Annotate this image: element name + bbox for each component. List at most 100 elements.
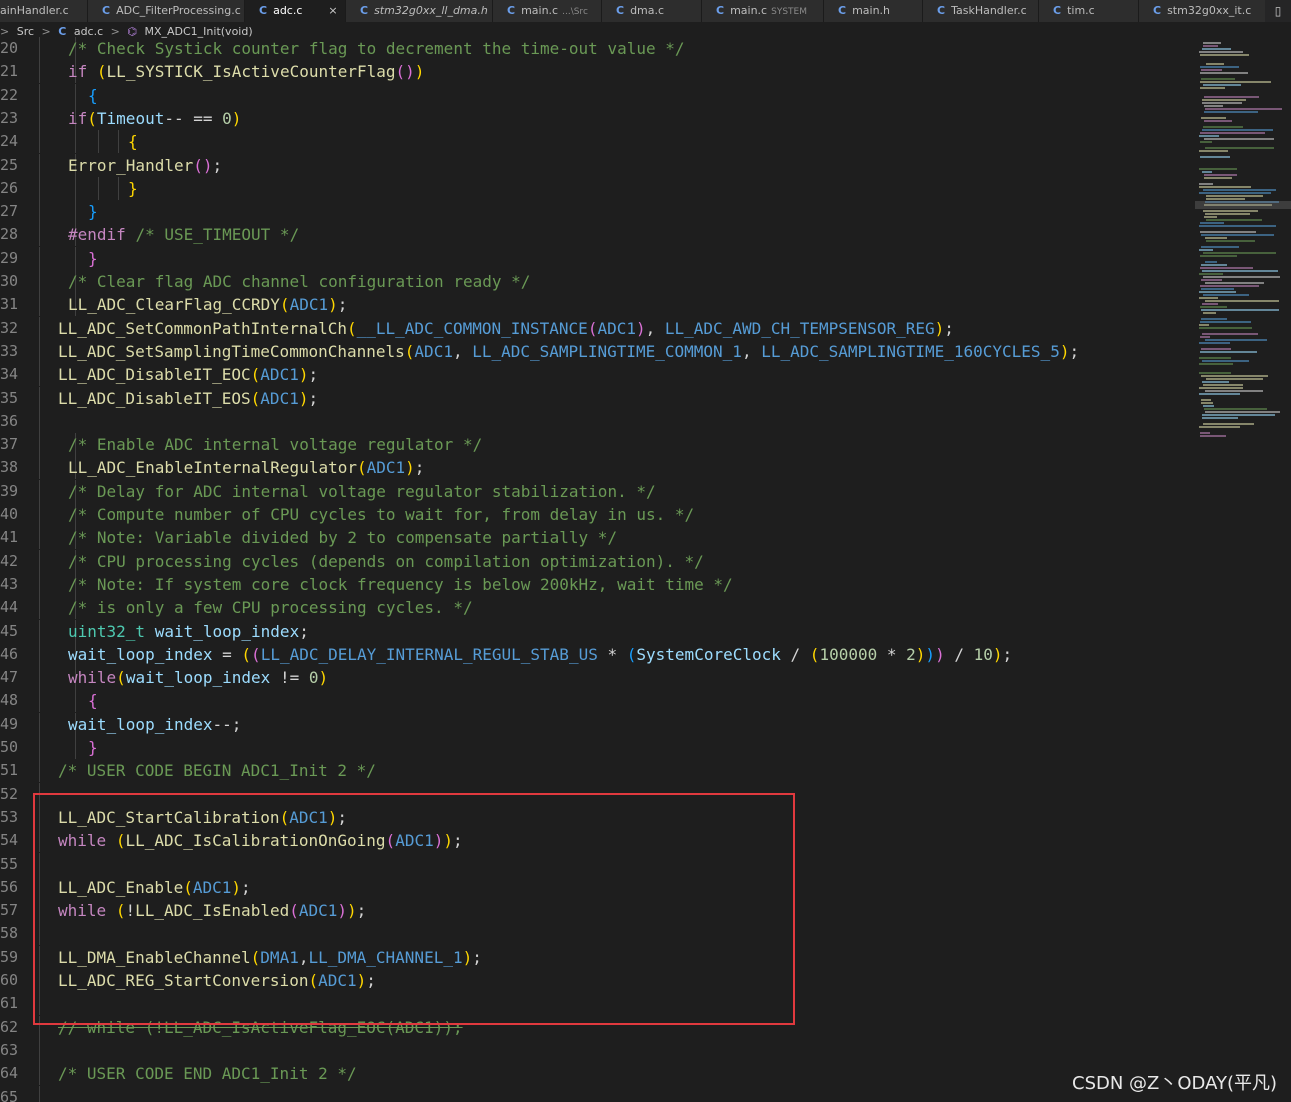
line-number: 44 [0,598,18,617]
code-line[interactable]: 58 [0,922,1195,946]
code-line[interactable]: 65 [0,1085,1195,1102]
code-token: ADC1 [260,388,299,408]
code-line[interactable]: 29} [0,246,1195,270]
code-line[interactable]: 23 if(Timeout-- == 0) [0,106,1195,130]
minimap-line [1200,222,1224,224]
line-number: 40 [0,505,18,523]
code-line[interactable]: 30 /* Clear flag ADC channel configuratio… [0,270,1195,293]
code-line[interactable]: 51 /* USER CODE BEGIN ADC1_Init 2 */ [0,759,1195,783]
tab-adc-filterprocessing-c[interactable]: C ADC_FilterProcessing.c [88,0,245,22]
code-text: /* Delay for ADC internal voltage regula… [68,480,656,503]
code-token: LL_SYSTICK_IsActiveCounterFlag [106,62,396,82]
code-line[interactable]: 35 LL_ADC_DisableIT_EOS(ADC1); [0,386,1195,410]
minimap-line [1206,219,1262,221]
code-line[interactable]: 26} [0,176,1195,200]
code-line[interactable]: 20 /* Check Systick counter flag to decre… [0,37,1195,60]
code-line[interactable]: 61 [0,992,1195,1016]
tab-main-h[interactable]: Cmain.h [824,0,923,22]
c-file-icon: C [102,4,111,17]
code-line[interactable]: 64 /* USER CODE END ADC1_Init 2 */ [0,1062,1195,1086]
code-token: 2 [906,644,916,664]
code-line[interactable]: 39 /* Delay for ADC internal voltage regu… [0,479,1195,503]
code-line[interactable]: 25 Error_Handler(); [0,153,1195,177]
code-text: if (LL_SYSTICK_IsActiveCounterFlag()) [68,60,424,83]
close-icon[interactable]: × [328,4,337,17]
code-line[interactable]: 41 /* Note: Variable divided by 2 to comp… [0,526,1195,550]
tab-dma-c[interactable]: Cdma.c [602,0,702,22]
code-token: LL_ADC_EnableInternalRegulator [68,458,357,478]
code-token: ; [337,807,348,827]
code-line[interactable]: 63 [0,1038,1195,1062]
code-token: LL_ADC_IsCalibrationOnGoing [125,831,386,851]
code-token: { [88,85,98,105]
code-line[interactable]: 27} [0,200,1195,224]
line-number: 62 [0,1017,18,1036]
code-line[interactable]: 57 while (!LL_ADC_IsEnabled(ADC1)); [0,899,1195,923]
code-token: SystemCoreClock [636,644,781,664]
code-line[interactable]: 62 // while (!LL_ADC_IsActiveFlag_EOC(ADC… [0,1015,1195,1039]
code-text: #endif /* USE_TIMEOUT */ [68,223,299,246]
code-line[interactable]: 47 while(wait_loop_index != 0) [0,666,1195,690]
code-line[interactable]: 55 [0,852,1195,876]
code-token: { [128,132,138,152]
code-line[interactable]: 59 LL_DMA_EnableChannel(DMA1,LL_DMA_CHANN… [0,945,1195,969]
code-line[interactable]: 33 LL_ADC_SetSamplingTimeCommonChannels(A… [0,339,1195,363]
code-line[interactable]: 46 wait_loop_index = ((LL_ADC_DELAY_INTER… [0,642,1195,666]
code-line[interactable]: 50} [0,736,1195,759]
code-line[interactable]: 48 { [0,689,1195,713]
minimap-line [1201,69,1222,71]
indent-guide [39,526,40,550]
minimap-line [1204,408,1267,410]
code-line[interactable]: 56 LL_ADC_Enable(ADC1); [0,875,1195,899]
code-line[interactable]: 38 LL_ADC_EnableInternalRegulator(ADC1); [0,456,1195,480]
code-line[interactable]: 37 /* Enable ADC internal voltage regulat… [0,433,1195,457]
code-text: LL_ADC_DisableIT_EOC(ADC1); [58,363,318,386]
code-line[interactable]: 49 wait_loop_index--; [0,712,1195,736]
code-line[interactable]: 54 while (LL_ADC_IsCalibrationOnGoing(ADC… [0,829,1195,853]
indent-guide [39,433,40,457]
minimap-line [1204,120,1232,122]
tab-adc-c[interactable]: Cadc.c × [245,0,346,22]
tab-main-c[interactable]: Cmain.c ...\Src [493,0,602,22]
indent-guide [75,689,76,713]
code-line[interactable]: 43 /* Note: If system core clock frequenc… [0,572,1195,596]
line-number: 53 [0,807,18,826]
code-line[interactable]: 40 /* Compute number of CPU cycles to wai… [0,503,1195,526]
minimap-line [1202,414,1275,416]
c-file-icon: C [716,4,725,17]
code-line[interactable]: 45 uint32_t wait_loop_index; [0,619,1195,643]
code-line[interactable]: 21 if (LL_SYSTICK_IsActiveCounterFlag()) [0,60,1195,84]
tab-taskhandler-c[interactable]: C TaskHandler.c [923,0,1039,22]
tab-main-c[interactable]: Cmain.c SYSTEM [702,0,824,22]
minimap-line [1202,303,1218,305]
minimap-line [1199,192,1271,194]
tab-stm32g0xx-ll-dma-h[interactable]: Cstm32g0xx_ll_dma.h [346,0,493,22]
split-editor-icon[interactable]: ▯ [1265,0,1291,22]
code-token: #endif [68,225,126,245]
code-token: 100000 [819,644,878,664]
code-editor[interactable]: 20/* Check Systick counter flag to decre… [0,36,1195,1102]
code-line[interactable]: 24 { [0,130,1195,154]
minimap-slider[interactable] [1195,201,1291,209]
code-line[interactable]: 36 [0,409,1195,433]
tab-label: TaskHandler.c [951,4,1027,17]
tab-stm32g0xx-it-c[interactable]: Cstm32g0xx_it.c [1139,0,1279,22]
minimap-line [1201,402,1213,404]
code-line[interactable]: 53 LL_ADC_StartCalibration(ADC1); [0,805,1195,829]
code-line[interactable]: 60 LL_ADC_REG_StartConversion(ADC1); [0,969,1195,992]
code-line[interactable]: 42 /* CPU processing cycles (depends on c… [0,549,1195,573]
minimap[interactable] [1195,36,1291,1102]
code-line[interactable]: 34 LL_ADC_DisableIT_EOC(ADC1); [0,363,1195,387]
tab-ainhandler-c[interactable]: ainHandler.c [0,0,88,22]
minimap-line [1199,168,1237,170]
code-token: ADC1 [366,458,406,478]
code-line[interactable]: 44 /* is only a few CPU processing cycles… [0,596,1195,620]
indent-guide [75,130,76,154]
code-line[interactable]: 31 LL_ADC_ClearFlag_CCRDY(ADC1); [0,293,1195,317]
code-line[interactable]: 22 { [0,83,1195,107]
tab-tim-c[interactable]: Ctim.c [1039,0,1139,22]
code-line[interactable]: 28 #endif /* USE_TIMEOUT */ [0,223,1195,247]
code-line[interactable]: 52 [0,782,1195,806]
indent-guide [39,666,40,690]
code-line[interactable]: 32 LL_ADC_SetCommonPathInternalCh(__LL_AD… [0,316,1195,340]
